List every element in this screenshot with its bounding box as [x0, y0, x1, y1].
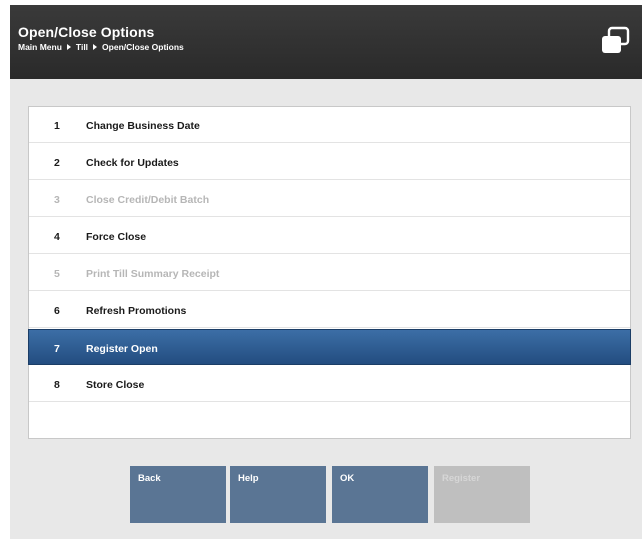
menu-item-number: 4 [54, 231, 60, 243]
menu-item-number: 8 [54, 379, 60, 391]
menu-item-print-till-summary-receipt: 5 Print Till Summary Receipt [29, 255, 630, 291]
breadcrumb-till[interactable]: Till [76, 42, 88, 52]
menu-item-number: 3 [54, 194, 60, 206]
breadcrumb-arrow-icon [93, 44, 98, 50]
windows-icon[interactable] [600, 26, 630, 56]
menu-item-label: Check for Updates [86, 157, 179, 169]
breadcrumb: Main Menu Till Open/Close Options [18, 42, 184, 52]
menu-item-number: 6 [54, 305, 60, 317]
menu-item-label: Close Credit/Debit Batch [86, 194, 210, 206]
menu-item-label: Refresh Promotions [86, 305, 187, 317]
register-button: Register [434, 466, 530, 523]
option-list: 1 Change Business Date 2 Check for Updat… [28, 106, 631, 439]
app-window: Open/Close Options Main Menu Till Open/C… [10, 5, 642, 539]
breadcrumb-arrow-icon [66, 44, 71, 50]
header-bar: Open/Close Options Main Menu Till Open/C… [10, 5, 642, 79]
menu-item-label: Force Close [86, 231, 147, 243]
menu-item-change-business-date[interactable]: 1 Change Business Date [29, 107, 630, 143]
help-button[interactable]: Help [230, 466, 326, 523]
ok-button[interactable]: OK [332, 466, 428, 523]
menu-item-check-for-updates[interactable]: 2 Check for Updates [29, 144, 630, 180]
menu-item-number: 7 [54, 343, 60, 355]
breadcrumb-current: Open/Close Options [102, 42, 184, 52]
menu-item-label: Store Close [86, 379, 145, 391]
menu-item-number: 2 [54, 157, 60, 169]
page-title: Open/Close Options [18, 24, 155, 40]
menu-item-label: Register Open [86, 343, 158, 355]
menu-item-force-close[interactable]: 4 Force Close [29, 218, 630, 254]
menu-item-store-close[interactable]: 8 Store Close [29, 366, 630, 402]
menu-item-number: 5 [54, 268, 60, 280]
menu-item-close-credit-debit-batch: 3 Close Credit/Debit Batch [29, 181, 630, 217]
back-button[interactable]: Back [130, 466, 226, 523]
breadcrumb-main-menu[interactable]: Main Menu [18, 42, 62, 52]
menu-item-label: Print Till Summary Receipt [86, 268, 220, 280]
menu-item-refresh-promotions[interactable]: 6 Refresh Promotions [29, 292, 630, 328]
menu-item-number: 1 [54, 120, 60, 132]
menu-item-label: Change Business Date [86, 120, 200, 132]
menu-item-register-open[interactable]: 7 Register Open [28, 329, 631, 365]
